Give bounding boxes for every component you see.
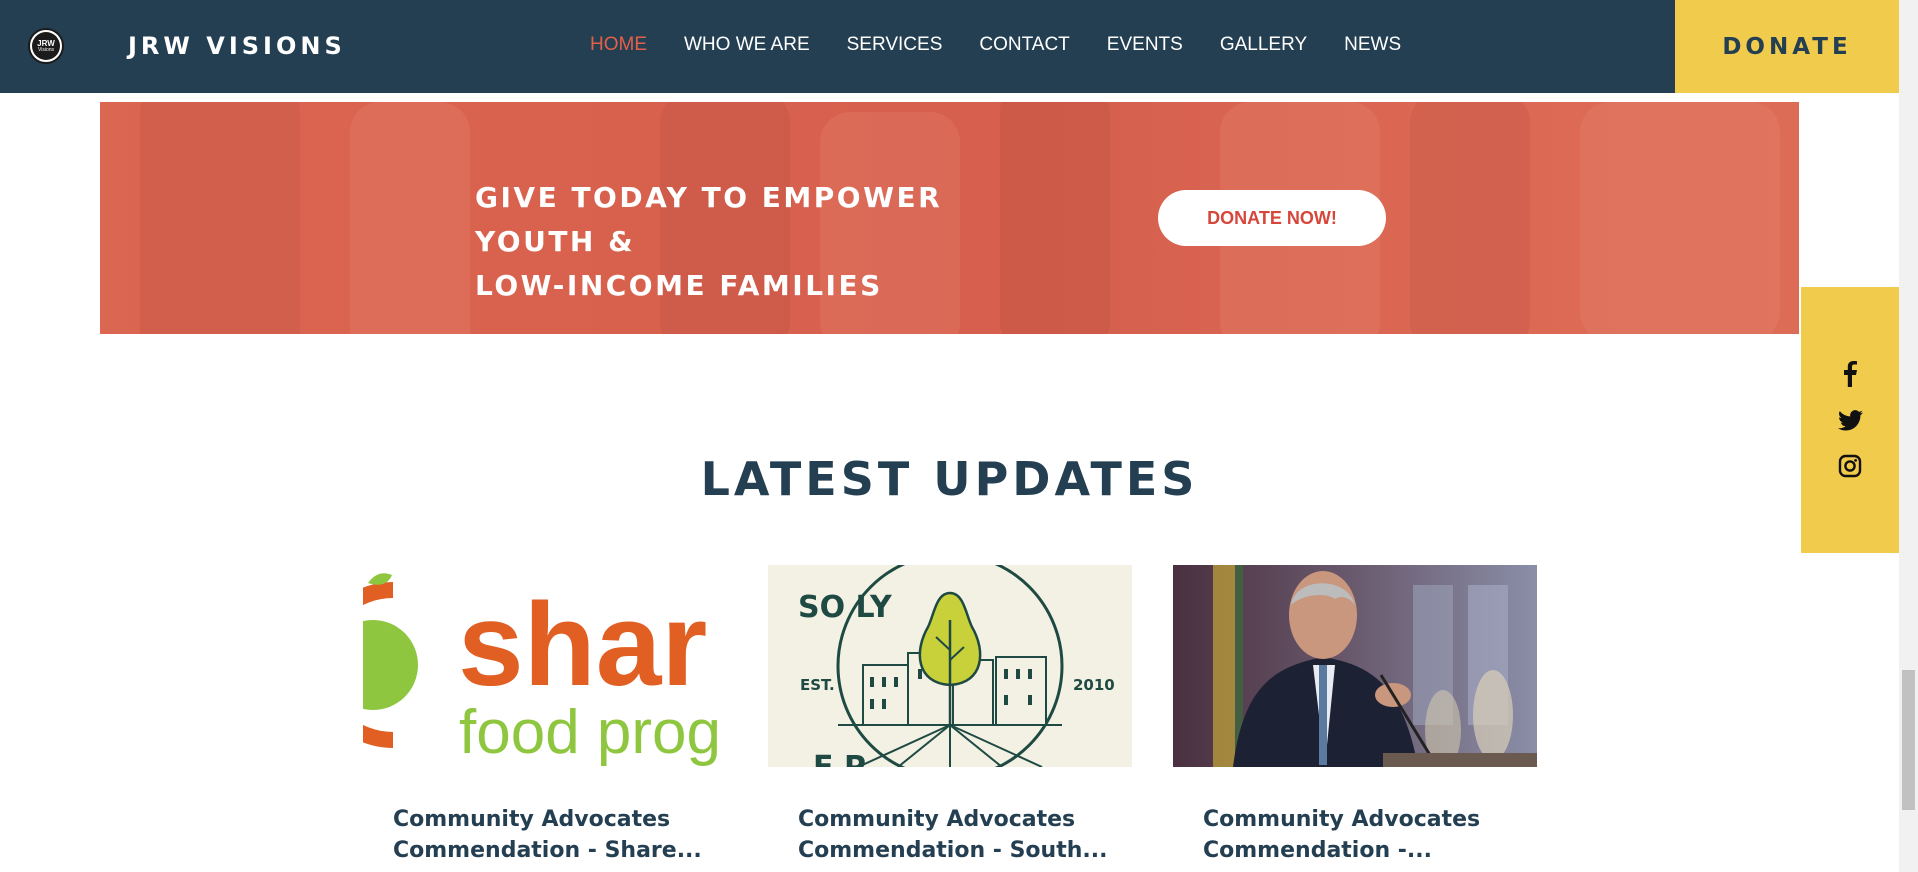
- social-bar: [1801, 287, 1899, 553]
- coop-ring-text-bottom: F P: [813, 750, 866, 767]
- share-food-logo: shar food prog: [363, 573, 721, 767]
- nav-events[interactable]: EVENTS: [1107, 34, 1183, 56]
- banner-heading-line: LOW-INCOME FAMILIES: [475, 269, 883, 302]
- post-title-line: Community Advocates: [393, 807, 671, 832]
- twitter-icon[interactable]: [1837, 407, 1863, 433]
- nav-gallery[interactable]: GALLERY: [1220, 34, 1307, 56]
- page-scrollbar[interactable]: [1899, 0, 1918, 872]
- nav-news[interactable]: NEWS: [1344, 34, 1401, 56]
- banner-heading: GIVE TODAY TO EMPOWER YOUTH & LOW-INCOME…: [475, 176, 1035, 308]
- post-title-line: Commendation - South...: [798, 838, 1108, 863]
- post-title-3[interactable]: Community Advocates Commendation -...: [1203, 804, 1533, 866]
- post-title-1[interactable]: Community Advocates Commendation - Share…: [393, 804, 723, 866]
- post-image-speaker-photo[interactable]: [1173, 565, 1537, 767]
- nav-contact[interactable]: CONTACT: [979, 34, 1069, 56]
- coop-year-text: 2010: [1073, 676, 1115, 694]
- coop-logo: SO LY EST. 2010 F P: [798, 565, 1115, 767]
- food-program-text: food prog: [459, 698, 721, 767]
- post-title-2[interactable]: Community Advocates Commendation - South…: [798, 804, 1128, 866]
- share-logo-text: shar: [458, 579, 707, 711]
- post-image-share-food[interactable]: shar food prog: [363, 565, 727, 767]
- nav-home[interactable]: HOME: [590, 34, 647, 56]
- logo[interactable]: JRW Visions: [28, 28, 64, 64]
- post-title-line: Community Advocates: [1203, 807, 1481, 832]
- facebook-icon[interactable]: [1837, 361, 1863, 387]
- donate-button[interactable]: DONATE: [1675, 0, 1899, 93]
- nav-services[interactable]: SERVICES: [847, 34, 943, 56]
- speaker-photo: [1173, 565, 1537, 767]
- logo-subtext: Visions: [37, 47, 55, 53]
- main-nav: HOME WHO WE ARE SERVICES CONTACT EVENTS …: [590, 34, 1438, 56]
- nav-who-we-are[interactable]: WHO WE ARE: [684, 34, 810, 56]
- coop-est-text: EST.: [800, 676, 835, 694]
- post-title-line: Community Advocates: [798, 807, 1076, 832]
- post-title-line: Commendation -...: [1203, 838, 1432, 863]
- scrollbar-thumb[interactable]: [1902, 670, 1915, 810]
- site-header: JRW Visions JRW VISIONS HOME WHO WE ARE …: [0, 0, 1918, 93]
- section-title: LATEST UPDATES: [700, 452, 1199, 506]
- post-title-line: Commendation - Share...: [393, 838, 702, 863]
- coop-ring-text-top: SO LY: [798, 590, 893, 625]
- donate-now-button[interactable]: DONATE NOW!: [1158, 190, 1386, 246]
- post-image-south-philly-food-coop[interactable]: SO LY EST. 2010 F P: [768, 565, 1132, 767]
- logo-mark: JRW Visions: [32, 32, 60, 60]
- banner-heading-line: GIVE TODAY TO EMPOWER YOUTH &: [475, 181, 943, 258]
- donate-banner: GIVE TODAY TO EMPOWER YOUTH & LOW-INCOME…: [100, 102, 1799, 334]
- brand-name[interactable]: JRW VISIONS: [128, 32, 346, 60]
